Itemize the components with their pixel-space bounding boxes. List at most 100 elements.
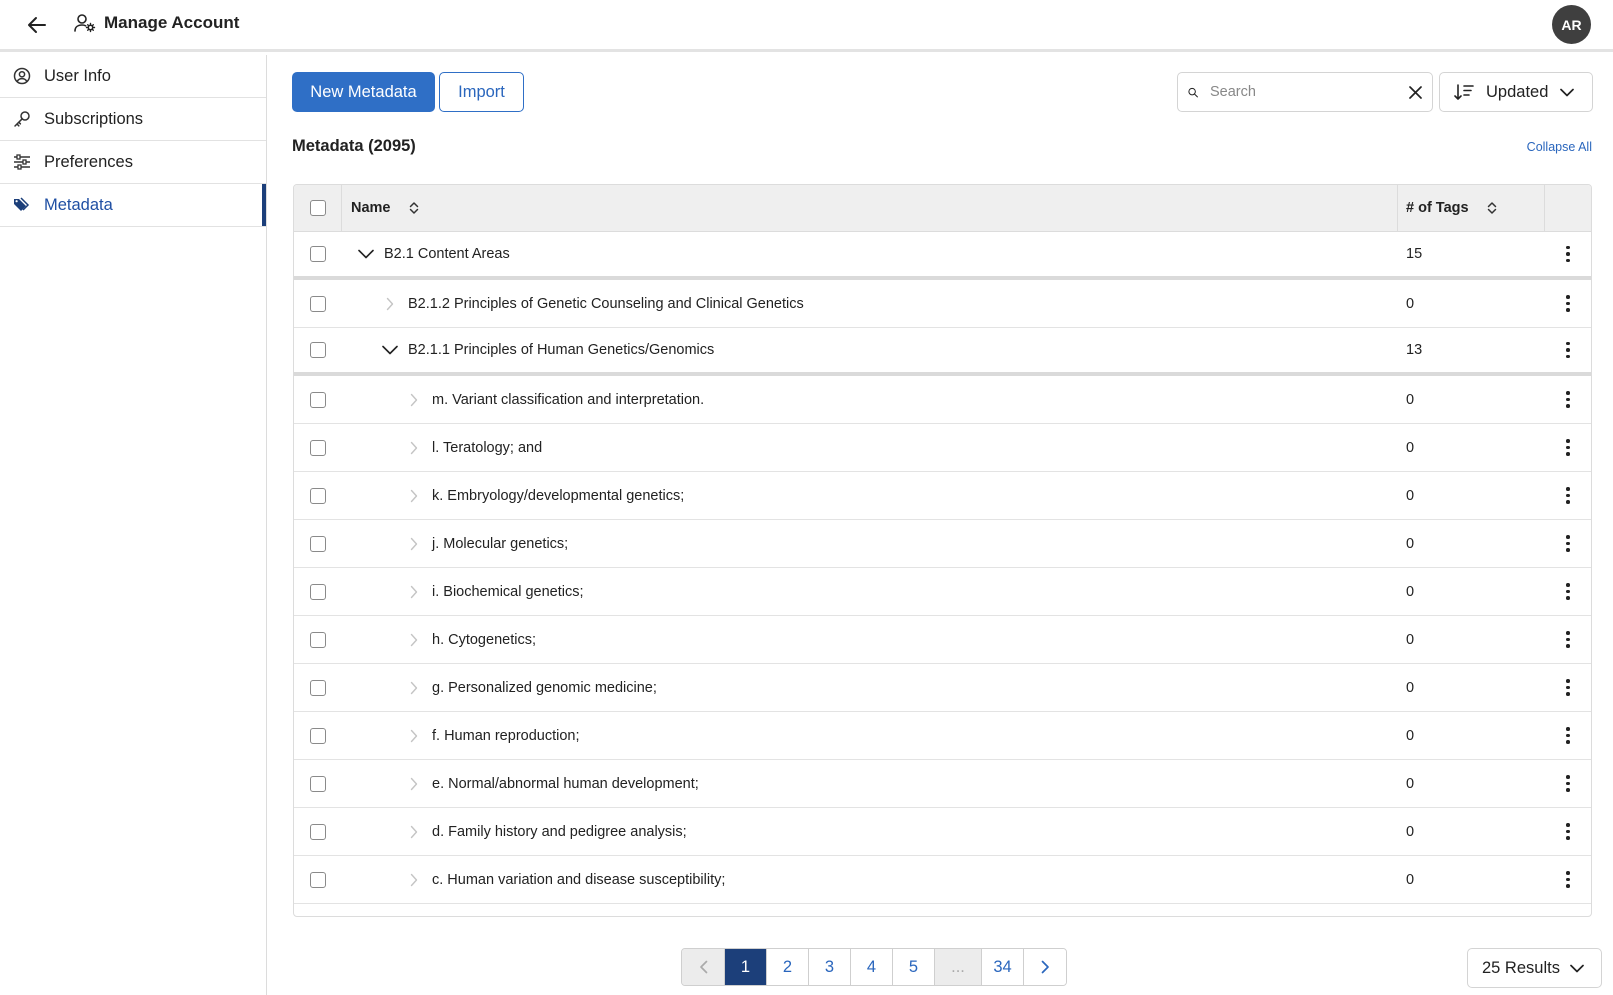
table-row[interactable]: e. Normal/abnormal human development; 0 [294, 760, 1591, 808]
sort-toggle-icon[interactable] [1487, 201, 1497, 215]
collapse-all-link[interactable]: Collapse All [1527, 140, 1592, 154]
results-per-page-dropdown[interactable]: 25 Results [1467, 948, 1602, 988]
row-checkbox[interactable] [310, 775, 326, 792]
table-row[interactable]: c. Human variation and disease susceptib… [294, 856, 1591, 904]
chevron-down-icon[interactable] [356, 244, 376, 264]
page-button[interactable]: 2 [767, 949, 809, 985]
select-all-checkbox[interactable] [309, 200, 326, 216]
more-options-icon[interactable] [1558, 868, 1578, 892]
row-tag-count: 0 [1406, 727, 1415, 744]
next-page-button[interactable] [1024, 949, 1066, 985]
column-header-tags: # of Tags [1406, 200, 1469, 216]
table-row[interactable]: i. Biochemical genetics; 0 [294, 568, 1591, 616]
sort-dropdown[interactable]: Updated [1439, 72, 1593, 112]
import-button[interactable]: Import [439, 72, 524, 112]
row-checkbox[interactable] [310, 342, 326, 358]
chevron-right-icon[interactable] [404, 390, 424, 410]
page-button[interactable]: 1 [725, 949, 767, 985]
more-options-icon[interactable] [1558, 242, 1578, 266]
chevron-right-icon[interactable] [404, 774, 424, 794]
table-row[interactable]: d. Family history and pedigree analysis;… [294, 808, 1591, 856]
table-row[interactable]: B2.1.2 Principles of Genetic Counseling … [294, 280, 1591, 328]
chevron-right-icon[interactable] [404, 486, 424, 506]
chevron-right-icon[interactable] [404, 678, 424, 698]
chevron-right-icon[interactable] [404, 870, 424, 890]
row-checkbox[interactable] [310, 823, 326, 840]
row-checkbox[interactable] [310, 391, 326, 408]
chevron-right-icon[interactable] [404, 630, 424, 650]
page-ellipsis: ... [935, 949, 982, 985]
chevron-right-icon[interactable] [404, 582, 424, 602]
chevron-right-icon[interactable] [404, 726, 424, 746]
row-checkbox[interactable] [310, 631, 326, 648]
new-metadata-button[interactable]: New Metadata [292, 72, 435, 112]
table-row[interactable]: l. Teratology; and 0 [294, 424, 1591, 472]
pagination: 1 2 3 4 5 ... 34 [681, 948, 1067, 986]
row-name: h. Cytogenetics; [432, 631, 536, 648]
more-options-icon[interactable] [1558, 338, 1578, 362]
row-checkbox[interactable] [310, 487, 326, 504]
search-input[interactable] [1210, 84, 1397, 100]
table-row[interactable]: B2.1 Content Areas 15 [294, 232, 1591, 280]
clear-search-button[interactable] [1409, 83, 1422, 101]
sidebar: User Info Subscriptions Preferences Meta… [0, 55, 267, 995]
row-name: c. Human variation and disease susceptib… [432, 871, 726, 888]
back-button[interactable] [24, 12, 50, 38]
row-checkbox[interactable] [310, 535, 326, 552]
more-options-icon[interactable] [1558, 676, 1578, 700]
sidebar-item-user-info[interactable]: User Info [0, 55, 266, 98]
chevron-down-icon [1570, 964, 1584, 972]
more-options-icon[interactable] [1558, 292, 1578, 316]
metadata-table: Name # of Tags B2.1 Content Areas 15 B2.1.… [293, 184, 1592, 917]
more-options-icon[interactable] [1558, 388, 1578, 412]
last-page-button[interactable]: 34 [982, 949, 1024, 985]
more-options-icon[interactable] [1558, 772, 1578, 796]
more-options-icon[interactable] [1558, 628, 1578, 652]
table-row[interactable]: g. Personalized genomic medicine; 0 [294, 664, 1591, 712]
avatar[interactable]: AR [1552, 5, 1591, 44]
row-checkbox[interactable] [310, 727, 326, 744]
page-button[interactable]: 3 [809, 949, 851, 985]
sidebar-item-subscriptions[interactable]: Subscriptions [0, 98, 266, 141]
search-box [1177, 72, 1433, 112]
more-options-icon[interactable] [1558, 436, 1578, 460]
row-checkbox[interactable] [310, 583, 326, 600]
page-button[interactable]: 4 [851, 949, 893, 985]
previous-page-button[interactable] [682, 949, 725, 985]
more-options-icon[interactable] [1558, 724, 1578, 748]
table-row[interactable]: h. Cytogenetics; 0 [294, 616, 1591, 664]
table-row[interactable]: B2.1.1 Principles of Human Genetics/Geno… [294, 328, 1591, 376]
more-options-icon[interactable] [1558, 532, 1578, 556]
table-body: B2.1 Content Areas 15 B2.1.2 Principles of… [294, 232, 1591, 904]
row-tag-count: 0 [1406, 535, 1415, 552]
more-options-icon[interactable] [1558, 580, 1578, 604]
sort-descending-icon [1454, 84, 1474, 100]
sidebar-item-preferences[interactable]: Preferences [0, 141, 266, 184]
table-row[interactable]: f. Human reproduction; 0 [294, 712, 1591, 760]
row-name: B2.1.1 Principles of Human Genetics/Geno… [408, 342, 715, 358]
row-checkbox[interactable] [310, 439, 326, 456]
table-row[interactable]: k. Embryology/developmental genetics; 0 [294, 472, 1591, 520]
more-options-icon[interactable] [1558, 484, 1578, 508]
row-checkbox[interactable] [310, 679, 326, 696]
sidebar-item-label: Subscriptions [44, 109, 144, 128]
sort-toggle-icon[interactable] [409, 201, 419, 215]
sort-label: Updated [1486, 82, 1549, 101]
table-row[interactable]: j. Molecular genetics; 0 [294, 520, 1591, 568]
chevron-right-icon[interactable] [404, 822, 424, 842]
chevron-right-icon[interactable] [380, 294, 400, 314]
chevron-down-icon [1560, 88, 1575, 96]
row-tag-count: 0 [1406, 823, 1415, 840]
page-button[interactable]: 5 [893, 949, 935, 985]
row-checkbox[interactable] [310, 295, 326, 312]
sidebar-item-metadata[interactable]: Metadata [0, 184, 266, 227]
more-options-icon[interactable] [1558, 820, 1578, 844]
chevron-right-icon[interactable] [404, 438, 424, 458]
table-row[interactable]: m. Variant classification and interpreta… [294, 376, 1591, 424]
results-per-page-label: 25 Results [1482, 958, 1560, 977]
row-checkbox[interactable] [310, 246, 326, 262]
chevron-down-icon[interactable] [380, 340, 400, 360]
chevron-right-icon[interactable] [404, 534, 424, 554]
row-tag-count: 13 [1406, 342, 1423, 358]
row-checkbox[interactable] [310, 871, 326, 888]
